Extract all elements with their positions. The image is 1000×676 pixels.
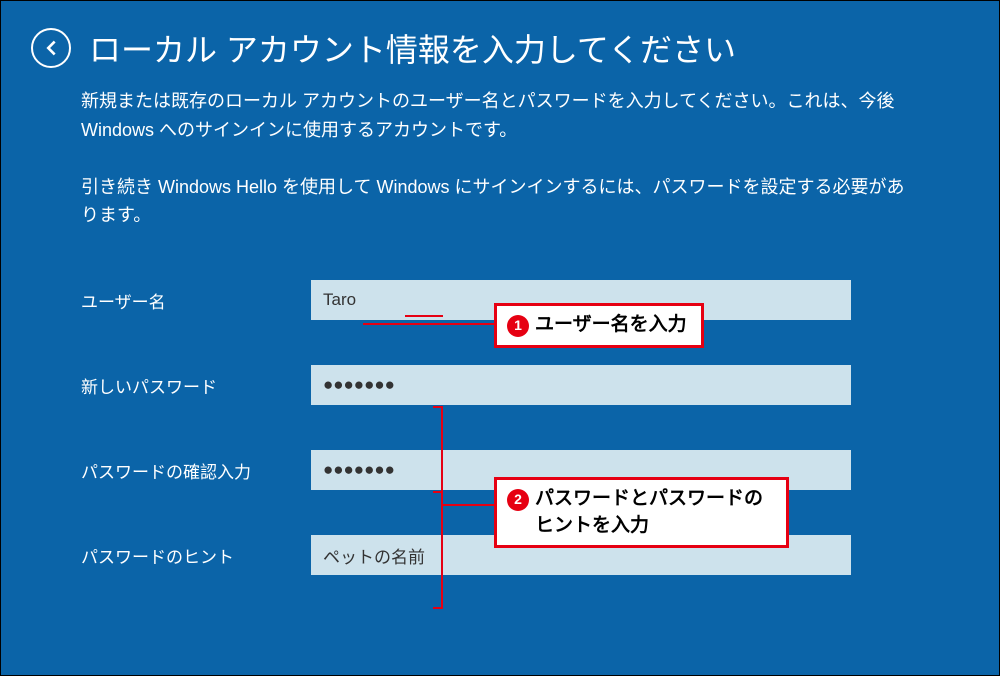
annotation-callout-2: 2 パスワードとパスワードのヒントを入力 xyxy=(494,477,789,548)
username-label: ユーザー名 xyxy=(81,288,311,313)
annotation-text-2: パスワードとパスワードのヒントを入力 xyxy=(535,486,772,539)
annotation-line xyxy=(433,406,443,408)
annotation-line xyxy=(433,607,443,609)
annotation-text-1: ユーザー名を入力 xyxy=(535,312,687,339)
annotation-underline xyxy=(405,315,443,317)
new-password-label: 新しいパスワード xyxy=(81,373,311,398)
page-title: ローカル アカウント情報を入力してください xyxy=(89,25,736,71)
arrow-left-icon xyxy=(40,37,62,59)
annotation-line xyxy=(433,491,443,493)
description-2: 引き続き Windows Hello を使用して Windows にサインインす… xyxy=(81,173,919,231)
annotation-line xyxy=(363,323,495,325)
annotation-line xyxy=(441,406,443,609)
back-button[interactable] xyxy=(31,28,71,68)
annotation-badge-1: 1 xyxy=(507,315,529,337)
annotation-line xyxy=(441,504,495,506)
description-1: 新規または既存のローカル アカウントのユーザー名とパスワードを入力してください。… xyxy=(81,87,919,145)
confirm-password-label: パスワードの確認入力 xyxy=(81,458,311,483)
new-password-input[interactable] xyxy=(311,365,851,405)
password-hint-label: パスワードのヒント xyxy=(81,543,311,568)
annotation-badge-2: 2 xyxy=(507,489,529,511)
annotation-callout-1: 1 ユーザー名を入力 xyxy=(494,303,704,348)
